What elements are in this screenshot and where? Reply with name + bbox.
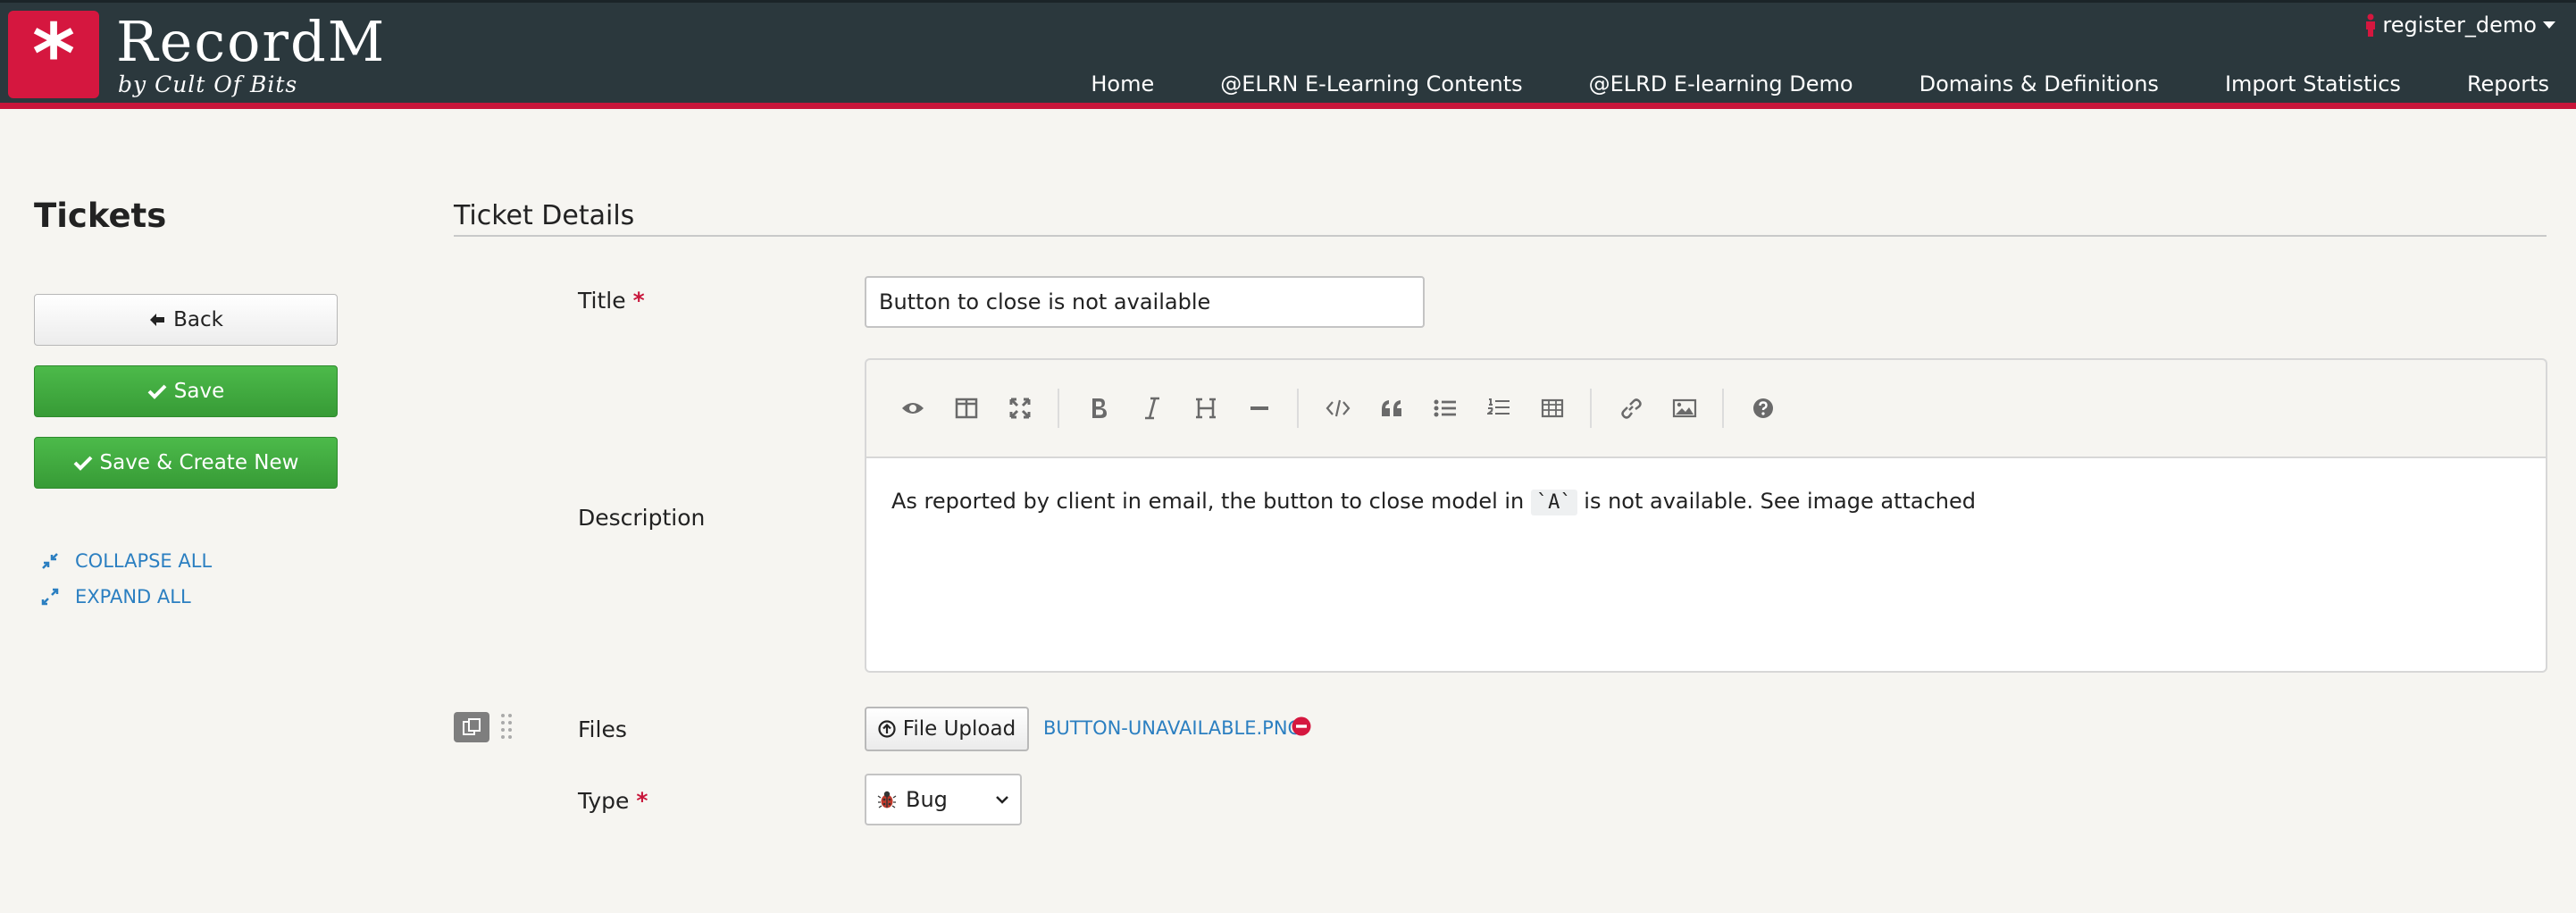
type-select-value: Bug <box>906 787 948 812</box>
ordered-list-icon[interactable] <box>1483 392 1515 424</box>
save-button[interactable]: Save <box>34 365 338 417</box>
title-field-label: Title * <box>578 288 645 314</box>
compress-icon <box>42 553 58 569</box>
description-text-after: is not available. See image attached <box>1577 489 1977 514</box>
arrow-left-icon <box>150 314 165 326</box>
image-icon[interactable] <box>1669 392 1701 424</box>
top-navbar: * RecordM by Cult Of Bits register_demo … <box>0 0 2576 109</box>
nav-home[interactable]: Home <box>1091 71 1154 96</box>
horizontal-rule-icon[interactable] <box>1243 392 1275 424</box>
type-field-label: Type * <box>578 788 648 814</box>
toolbar-separator <box>1722 389 1724 428</box>
remove-file-icon[interactable] <box>1292 716 1311 736</box>
expand-all-label: EXPAND ALL <box>75 586 191 607</box>
preview-icon[interactable] <box>897 392 929 424</box>
unordered-list-icon[interactable] <box>1429 392 1461 424</box>
bold-icon[interactable] <box>1083 392 1115 424</box>
user-icon <box>2366 13 2376 37</box>
required-marker: * <box>632 288 645 314</box>
user-name: register_demo <box>2382 13 2537 38</box>
attached-file-link[interactable]: BUTTON-UNAVAILABLE.PNG <box>1043 717 1302 739</box>
back-button-label: Back <box>173 308 223 331</box>
collapse-all-link[interactable]: COLLAPSE ALL <box>41 550 212 572</box>
user-menu[interactable]: register_demo <box>2364 13 2556 38</box>
expand-all-link[interactable]: EXPAND ALL <box>41 586 191 607</box>
nav-elrn-contents[interactable]: @ELRN E-Learning Contents <box>1220 71 1522 96</box>
save-and-create-new-label: Save & Create New <box>99 451 299 474</box>
toolbar-separator <box>1590 389 1592 428</box>
section-title: Ticket Details <box>454 200 635 231</box>
nav-domains-definitions[interactable]: Domains & Definitions <box>1919 71 2159 96</box>
back-button[interactable]: Back <box>34 294 338 346</box>
file-upload-button[interactable]: File Upload <box>865 707 1029 751</box>
title-input[interactable] <box>865 276 1425 328</box>
logo-asterisk-icon[interactable]: * <box>8 11 99 98</box>
markdown-editor-toolbar <box>865 358 2547 456</box>
description-inline-code: `A` <box>1530 490 1577 515</box>
chevron-down-icon <box>996 796 1008 804</box>
link-icon[interactable] <box>1615 392 1647 424</box>
code-icon[interactable] <box>1322 392 1354 424</box>
check-icon <box>73 456 92 471</box>
required-marker: * <box>636 788 648 814</box>
check-icon <box>147 384 167 399</box>
toolbar-separator <box>1297 389 1299 428</box>
caret-down-icon <box>2543 21 2555 29</box>
nav-reports[interactable]: Reports <box>2467 71 2549 96</box>
side-by-side-icon[interactable] <box>950 392 983 424</box>
collapse-all-label: COLLAPSE ALL <box>75 550 213 572</box>
app-subtitle: by Cult Of Bits <box>118 71 298 97</box>
bug-icon <box>877 791 897 808</box>
files-field-label: Files <box>578 716 627 742</box>
type-select[interactable]: Bug <box>865 774 1022 825</box>
quote-icon[interactable] <box>1376 392 1408 424</box>
upload-circle-icon <box>878 720 896 738</box>
nav-elrd-demo[interactable]: @ELRD E-learning Demo <box>1589 71 1853 96</box>
expand-icon <box>41 588 59 606</box>
title-label-text: Title <box>578 288 626 314</box>
description-field-label: Description <box>578 505 706 531</box>
help-icon[interactable] <box>1747 392 1779 424</box>
drag-handle-icon[interactable] <box>499 712 514 742</box>
nav-import-statistics[interactable]: Import Statistics <box>2225 71 2401 96</box>
italic-icon[interactable] <box>1136 392 1168 424</box>
fullscreen-icon[interactable] <box>1004 392 1036 424</box>
file-upload-label: File Upload <box>902 717 1016 741</box>
heading-icon[interactable] <box>1190 392 1222 424</box>
save-button-label: Save <box>173 380 225 403</box>
section-divider <box>454 235 2547 237</box>
page-title: Tickets <box>34 197 167 235</box>
copy-field-icon[interactable] <box>454 712 489 742</box>
toolbar-separator <box>1058 389 1059 428</box>
description-editor[interactable]: As reported by client in email, the butt… <box>865 456 2547 673</box>
main-nav: Home @ELRN E-Learning Contents @ELRD E-l… <box>1091 71 2549 96</box>
table-icon[interactable] <box>1536 392 1568 424</box>
type-label-text: Type <box>578 788 630 814</box>
navbar-top-edge <box>0 0 2576 3</box>
description-text-before: As reported by client in email, the butt… <box>891 489 1531 514</box>
save-and-create-new-button[interactable]: Save & Create New <box>34 437 338 489</box>
app-name[interactable]: RecordM <box>116 9 386 75</box>
